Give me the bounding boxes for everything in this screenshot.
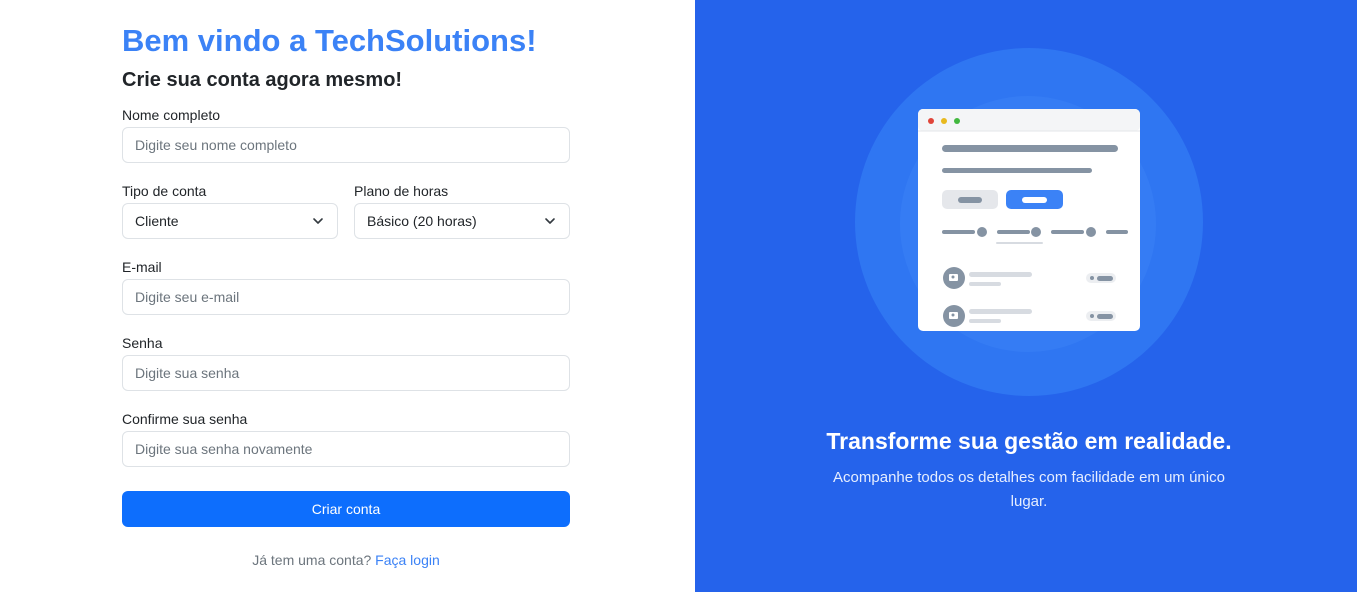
password-label: Senha [122,335,163,351]
plan-label: Plano de horas [354,183,449,199]
chevron-down-icon [311,214,325,228]
welcome-prefix: Bem vindo a [122,23,315,58]
brand-name: TechSolutions! [314,23,537,58]
name-input[interactable]: Digite seu nome completo [122,127,570,163]
hero-title: Transforme sua gestão em realidade. [826,428,1232,454]
signup-panel: Bem vindo a TechSolutions! Crie sua cont… [0,0,695,592]
plan-value: Básico (20 horas) [367,213,477,229]
password-input[interactable]: Digite sua senha [122,355,570,391]
login-prompt-text: Já tem uma conta? [252,552,372,568]
welcome-heading: Bem vindo a TechSolutions! [122,22,537,60]
account-type-label: Tipo de conta [122,183,207,199]
name-label: Nome completo [122,107,221,123]
account-type-select[interactable]: Cliente [122,203,338,239]
confirm-password-input[interactable]: Digite sua senha novamente [122,431,570,467]
dashboard-illustration [918,109,1140,331]
login-link[interactable]: Faça login [375,552,440,568]
hero-description: Acompanhe todos os detalhes com facilida… [833,469,1225,510]
login-prompt: Já tem uma conta? Faça login [122,552,570,568]
confirm-password-label: Confirme sua senha [122,411,248,427]
account-type-value: Cliente [135,213,179,229]
plan-select[interactable]: Básico (20 horas) [354,203,570,239]
email-label: E-mail [122,259,162,275]
hero-panel: Transforme sua gestão em realidade. Acom… [695,0,1357,592]
chevron-down-icon [543,214,557,228]
email-input[interactable]: Digite seu e-mail [122,279,570,315]
create-account-button[interactable]: Criar conta [122,491,570,527]
form-subtitle: Crie sua conta agora mesmo! [122,69,403,91]
